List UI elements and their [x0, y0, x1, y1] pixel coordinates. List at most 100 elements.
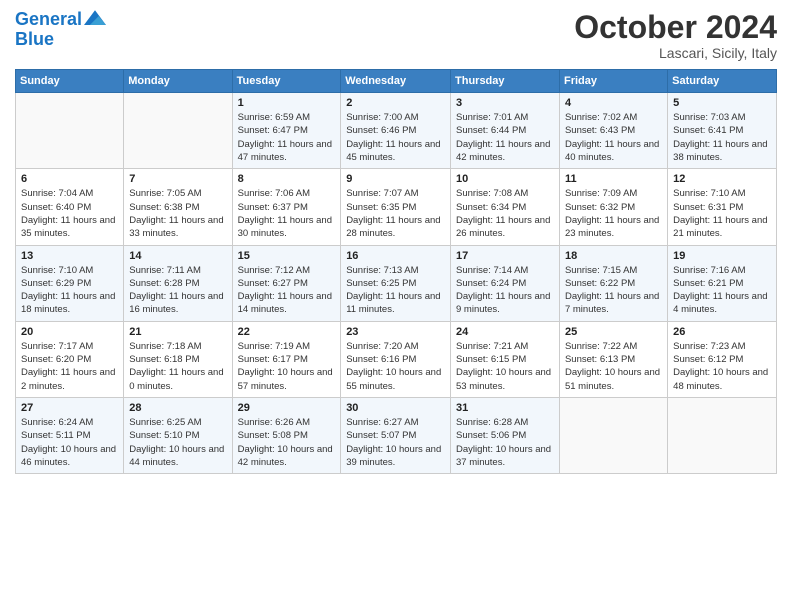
- weekday-header-tuesday: Tuesday: [232, 70, 341, 93]
- day-number: 5: [673, 97, 771, 109]
- day-detail: Sunrise: 7:12 AMSunset: 6:27 PMDaylight:…: [238, 264, 336, 317]
- day-number: 27: [21, 402, 118, 414]
- day-cell: 4 Sunrise: 7:02 AMSunset: 6:43 PMDaylight…: [559, 93, 667, 169]
- day-cell: 30 Sunrise: 6:27 AMSunset: 5:07 PMDayligh…: [341, 397, 451, 473]
- day-detail: Sunrise: 7:20 AMSunset: 6:16 PMDaylight:…: [346, 340, 445, 393]
- day-number: 20: [21, 326, 118, 338]
- day-cell: 18Sunrise: 7:15 AMSunset: 6:22 PMDayligh…: [559, 245, 667, 321]
- day-number: 17: [456, 250, 554, 262]
- day-detail: Sunrise: 7:10 AMSunset: 6:31 PMDaylight:…: [673, 187, 771, 240]
- day-detail: Sunrise: 7:16 AMSunset: 6:21 PMDaylight:…: [673, 264, 771, 317]
- day-detail: Sunrise: 7:06 AMSunset: 6:37 PMDaylight:…: [238, 187, 336, 240]
- day-number: 23: [346, 326, 445, 338]
- day-cell: 10Sunrise: 7:08 AMSunset: 6:34 PMDayligh…: [451, 169, 560, 245]
- day-cell: 19Sunrise: 7:16 AMSunset: 6:21 PMDayligh…: [668, 245, 777, 321]
- day-number: 13: [21, 250, 118, 262]
- day-cell: 17Sunrise: 7:14 AMSunset: 6:24 PMDayligh…: [451, 245, 560, 321]
- day-cell: 25 Sunrise: 7:22 AMSunset: 6:13 PMDayligh…: [559, 321, 667, 397]
- day-cell: 23 Sunrise: 7:20 AMSunset: 6:16 PMDayligh…: [341, 321, 451, 397]
- day-cell: 29 Sunrise: 6:26 AMSunset: 5:08 PMDayligh…: [232, 397, 341, 473]
- day-cell: 20 Sunrise: 7:17 AMSunset: 6:20 PMDayligh…: [16, 321, 124, 397]
- week-row-5: 27Sunrise: 6:24 AMSunset: 5:11 PMDayligh…: [16, 397, 777, 473]
- day-number: 9: [346, 173, 445, 185]
- day-detail: Sunrise: 6:27 AMSunset: 5:07 PMDaylight:…: [346, 416, 445, 469]
- week-row-3: 13 Sunrise: 7:10 AMSunset: 6:29 PMDayligh…: [16, 245, 777, 321]
- day-number: 3: [456, 97, 554, 109]
- day-number: 24: [456, 326, 554, 338]
- day-detail: Sunrise: 7:05 AMSunset: 6:38 PMDaylight:…: [129, 187, 226, 240]
- month-title: October 2024: [574, 10, 777, 45]
- day-cell: [559, 397, 667, 473]
- day-detail: Sunrise: 7:13 AMSunset: 6:25 PMDaylight:…: [346, 264, 445, 317]
- week-row-2: 6Sunrise: 7:04 AMSunset: 6:40 PMDaylight…: [16, 169, 777, 245]
- day-detail: Sunrise: 7:02 AMSunset: 6:43 PMDaylight:…: [565, 111, 662, 164]
- day-number: 12: [673, 173, 771, 185]
- day-detail: Sunrise: 7:01 AMSunset: 6:44 PMDaylight:…: [456, 111, 554, 164]
- day-cell: 22Sunrise: 7:19 AMSunset: 6:17 PMDayligh…: [232, 321, 341, 397]
- day-number: 26: [673, 326, 771, 338]
- day-cell: 3 Sunrise: 7:01 AMSunset: 6:44 PMDaylight…: [451, 93, 560, 169]
- day-number: 7: [129, 173, 226, 185]
- weekday-header-saturday: Saturday: [668, 70, 777, 93]
- logo-icon: [84, 7, 106, 29]
- week-row-1: 1 Sunrise: 6:59 AMSunset: 6:47 PMDaylight…: [16, 93, 777, 169]
- weekday-header-sunday: Sunday: [16, 70, 124, 93]
- weekday-header-monday: Monday: [124, 70, 232, 93]
- day-cell: 11 Sunrise: 7:09 AMSunset: 6:32 PMDayligh…: [559, 169, 667, 245]
- day-detail: Sunrise: 6:59 AMSunset: 6:47 PMDaylight:…: [238, 111, 336, 164]
- logo: General Blue: [15, 10, 106, 50]
- day-cell: 21Sunrise: 7:18 AMSunset: 6:18 PMDayligh…: [124, 321, 232, 397]
- day-cell: [668, 397, 777, 473]
- day-cell: 12 Sunrise: 7:10 AMSunset: 6:31 PMDayligh…: [668, 169, 777, 245]
- day-cell: 6Sunrise: 7:04 AMSunset: 6:40 PMDaylight…: [16, 169, 124, 245]
- day-cell: 13 Sunrise: 7:10 AMSunset: 6:29 PMDayligh…: [16, 245, 124, 321]
- day-number: 28: [129, 402, 226, 414]
- day-detail: Sunrise: 7:11 AMSunset: 6:28 PMDaylight:…: [129, 264, 226, 317]
- day-detail: Sunrise: 6:28 AMSunset: 5:06 PMDaylight:…: [456, 416, 554, 469]
- day-number: 8: [238, 173, 336, 185]
- day-number: 25: [565, 326, 662, 338]
- day-cell: 1 Sunrise: 6:59 AMSunset: 6:47 PMDaylight…: [232, 93, 341, 169]
- day-cell: 31 Sunrise: 6:28 AMSunset: 5:06 PMDayligh…: [451, 397, 560, 473]
- header: General Blue October 2024 Lascari, Sicil…: [15, 10, 777, 61]
- day-cell: 16 Sunrise: 7:13 AMSunset: 6:25 PMDayligh…: [341, 245, 451, 321]
- day-cell: 8 Sunrise: 7:06 AMSunset: 6:37 PMDaylight…: [232, 169, 341, 245]
- day-detail: Sunrise: 7:22 AMSunset: 6:13 PMDaylight:…: [565, 340, 662, 393]
- day-cell: 26 Sunrise: 7:23 AMSunset: 6:12 PMDayligh…: [668, 321, 777, 397]
- day-detail: Sunrise: 7:07 AMSunset: 6:35 PMDaylight:…: [346, 187, 445, 240]
- day-number: 4: [565, 97, 662, 109]
- day-number: 30: [346, 402, 445, 414]
- weekday-header-wednesday: Wednesday: [341, 70, 451, 93]
- day-cell: 24 Sunrise: 7:21 AMSunset: 6:15 PMDayligh…: [451, 321, 560, 397]
- day-cell: 15 Sunrise: 7:12 AMSunset: 6:27 PMDayligh…: [232, 245, 341, 321]
- day-number: 10: [456, 173, 554, 185]
- day-detail: Sunrise: 7:00 AMSunset: 6:46 PMDaylight:…: [346, 111, 445, 164]
- day-cell: 5 Sunrise: 7:03 AMSunset: 6:41 PMDaylight…: [668, 93, 777, 169]
- day-cell: 14Sunrise: 7:11 AMSunset: 6:28 PMDayligh…: [124, 245, 232, 321]
- location: Lascari, Sicily, Italy: [574, 45, 777, 61]
- day-detail: Sunrise: 6:26 AMSunset: 5:08 PMDaylight:…: [238, 416, 336, 469]
- day-cell: 9 Sunrise: 7:07 AMSunset: 6:35 PMDaylight…: [341, 169, 451, 245]
- day-detail: Sunrise: 7:23 AMSunset: 6:12 PMDaylight:…: [673, 340, 771, 393]
- day-detail: Sunrise: 7:10 AMSunset: 6:29 PMDaylight:…: [21, 264, 118, 317]
- day-detail: Sunrise: 7:21 AMSunset: 6:15 PMDaylight:…: [456, 340, 554, 393]
- day-number: 15: [238, 250, 336, 262]
- day-number: 16: [346, 250, 445, 262]
- title-block: October 2024 Lascari, Sicily, Italy: [574, 10, 777, 61]
- weekday-header-thursday: Thursday: [451, 70, 560, 93]
- day-cell: [16, 93, 124, 169]
- day-detail: Sunrise: 7:15 AMSunset: 6:22 PMDaylight:…: [565, 264, 662, 317]
- day-detail: Sunrise: 7:17 AMSunset: 6:20 PMDaylight:…: [21, 340, 118, 393]
- day-detail: Sunrise: 7:03 AMSunset: 6:41 PMDaylight:…: [673, 111, 771, 164]
- day-number: 11: [565, 173, 662, 185]
- day-cell: [124, 93, 232, 169]
- day-detail: Sunrise: 7:19 AMSunset: 6:17 PMDaylight:…: [238, 340, 336, 393]
- day-number: 29: [238, 402, 336, 414]
- day-detail: Sunrise: 7:09 AMSunset: 6:32 PMDaylight:…: [565, 187, 662, 240]
- week-row-4: 20 Sunrise: 7:17 AMSunset: 6:20 PMDayligh…: [16, 321, 777, 397]
- day-detail: Sunrise: 7:18 AMSunset: 6:18 PMDaylight:…: [129, 340, 226, 393]
- day-cell: 27Sunrise: 6:24 AMSunset: 5:11 PMDayligh…: [16, 397, 124, 473]
- day-number: 1: [238, 97, 336, 109]
- day-detail: Sunrise: 6:25 AMSunset: 5:10 PMDaylight:…: [129, 416, 226, 469]
- day-number: 31: [456, 402, 554, 414]
